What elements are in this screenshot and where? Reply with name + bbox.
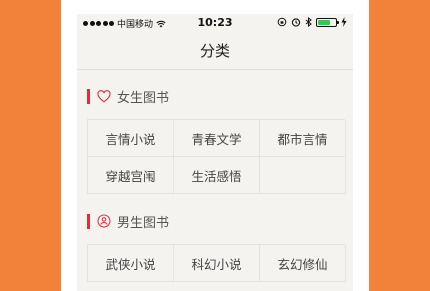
category-item-empty [260, 157, 346, 194]
status-bar-right [277, 17, 347, 27]
app-screen: 中国移动 10:23 分类 女生图书 言情小说 青春文学 都市言情 穿越宫闱 生… [77, 14, 353, 291]
category-item[interactable]: 都市言情 [260, 120, 346, 157]
category-item[interactable]: 青春文学 [174, 120, 260, 157]
category-item[interactable]: 武侠小说 [88, 245, 174, 282]
heart-icon [97, 89, 111, 103]
section-accent-bar [87, 213, 90, 229]
battery-icon [316, 17, 339, 27]
category-item[interactable]: 言情小说 [88, 120, 174, 157]
bluetooth-icon [305, 17, 312, 27]
orientation-lock-icon [277, 17, 287, 27]
section-header-male-books: 男生图书 [77, 201, 353, 241]
navigation-bar: 分类 [77, 32, 353, 70]
section-header-female-books: 女生图书 [77, 76, 353, 116]
category-grid-male: 武侠小说 科幻小说 玄幻修仙 [87, 244, 346, 282]
category-item[interactable]: 生活感悟 [174, 157, 260, 194]
status-bar: 中国移动 10:23 [77, 14, 353, 32]
category-item[interactable]: 科幻小说 [174, 245, 260, 282]
phone-frame: 中国移动 10:23 分类 女生图书 言情小说 青春文学 都市言情 穿越宫闱 生… [61, 0, 369, 291]
section-label: 男生图书 [117, 215, 170, 231]
category-item[interactable]: 穿越宫闱 [88, 157, 174, 194]
charging-icon [341, 17, 347, 27]
page-title: 分类 [199, 42, 230, 60]
section-accent-bar [87, 88, 90, 104]
category-grid-female: 言情小说 青春文学 都市言情 穿越宫闱 生活感悟 [87, 119, 346, 194]
alarm-icon [291, 18, 301, 27]
section-label: 女生图书 [117, 90, 170, 106]
person-icon [97, 214, 111, 228]
category-item[interactable]: 玄幻修仙 [260, 245, 346, 282]
